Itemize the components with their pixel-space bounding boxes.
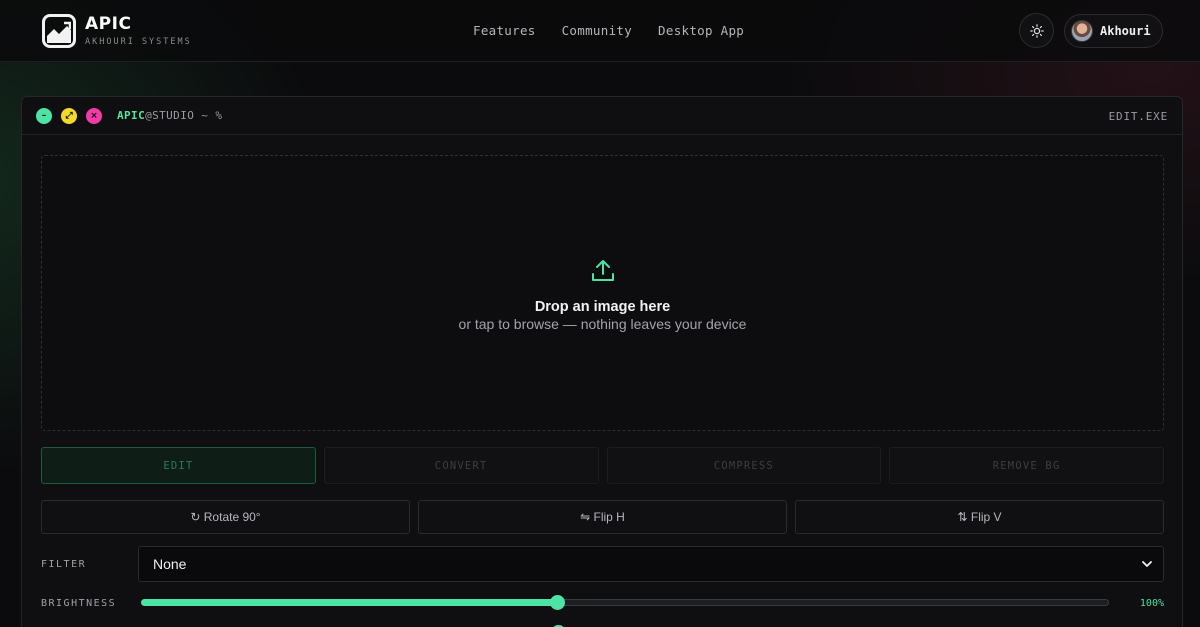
brand-subtitle: AKHOURI SYSTEMS — [85, 37, 192, 47]
chart-logo-icon — [42, 14, 76, 48]
filter-select[interactable]: None — [138, 546, 1164, 582]
mode-tabs: EDIT CONVERT COMPRESS REMOVE BG — [41, 447, 1164, 484]
dropzone-subtitle: or tap to browse — nothing leaves your d… — [458, 316, 747, 332]
minimize-icon[interactable]: – — [36, 107, 52, 124]
nav-link-desktop-app[interactable]: Desktop App — [658, 23, 744, 38]
expand-icon[interactable]: ⤢ — [61, 107, 77, 124]
flip-vertical-button[interactable]: ⇅ Flip V — [795, 500, 1164, 534]
prompt-app: APIC — [117, 109, 146, 122]
main-nav: Features Community Desktop App — [473, 23, 744, 38]
window-titlebar: – ⤢ × APIC@STUDIO ~ % EDIT.EXE — [22, 97, 1182, 135]
chevron-down-icon — [1142, 561, 1152, 567]
filter-selected-value: None — [153, 556, 187, 572]
user-name: Akhouri — [1100, 24, 1151, 38]
nav-link-community[interactable]: Community — [562, 23, 632, 38]
top-navigation-bar: APIC AKHOURI SYSTEMS Features Community … — [0, 0, 1200, 62]
brightness-slider[interactable] — [141, 595, 1109, 610]
tab-convert[interactable]: CONVERT — [323, 447, 599, 484]
sun-icon — [1029, 23, 1044, 38]
terminal-prompt: APIC@STUDIO ~ % — [117, 109, 222, 122]
brand-logo-link[interactable]: APIC AKHOURI SYSTEMS — [42, 14, 192, 48]
theme-toggle-button[interactable] — [1019, 13, 1054, 48]
image-dropzone[interactable]: Drop an image here or tap to browse — no… — [41, 155, 1164, 431]
dropzone-title: Drop an image here — [534, 299, 671, 315]
filter-label: FILTER — [41, 559, 87, 570]
brightness-label: BRIGHTNESS — [41, 598, 117, 609]
tab-compress[interactable]: COMPRESS — [606, 447, 882, 484]
nav-link-features[interactable]: Features — [473, 23, 536, 38]
close-icon[interactable]: × — [86, 107, 102, 124]
user-menu-button[interactable]: Akhouri — [1064, 14, 1163, 48]
brightness-value: 100% — [1139, 598, 1164, 609]
editor-window: – ⤢ × APIC@STUDIO ~ % EDIT.EXE Drop an i… — [21, 96, 1183, 627]
window-mode-label: EDIT.EXE — [1108, 110, 1168, 123]
upload-icon — [592, 260, 614, 281]
avatar — [1071, 20, 1093, 42]
tab-edit[interactable]: EDIT — [41, 447, 316, 484]
slider-thumb[interactable] — [550, 595, 566, 610]
slider-fill — [141, 599, 558, 606]
tab-remove-bg[interactable]: REMOVE BG — [889, 447, 1164, 484]
prompt-path: @STUDIO ~ % — [145, 109, 223, 122]
transform-tools: ↻ Rotate 90° ⇋ Flip H ⇅ Flip V — [41, 500, 1164, 534]
brand-name: APIC — [85, 14, 132, 34]
flip-horizontal-button[interactable]: ⇋ Flip H — [418, 500, 787, 534]
rotate-90-button[interactable]: ↻ Rotate 90° — [41, 500, 410, 534]
